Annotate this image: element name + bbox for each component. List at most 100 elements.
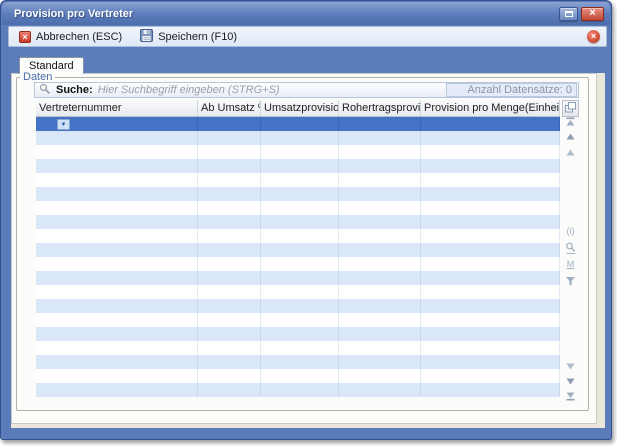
search-bar[interactable]: Suche: Hier Suchbegriff eingeben (STRG+S… (34, 82, 579, 98)
grid-cell (36, 243, 198, 257)
grid-cell (261, 355, 339, 369)
grid-cell (198, 313, 261, 327)
grid-cell (261, 243, 339, 257)
search-label: Suche: (56, 84, 93, 96)
empty-row[interactable] (36, 355, 561, 369)
nav-first-icon[interactable] (562, 117, 579, 127)
column-header-2[interactable]: Umsatzprovision (261, 100, 339, 117)
column-chooser-button[interactable] (562, 100, 579, 117)
cancel-icon: × (19, 31, 31, 43)
empty-row[interactable] (36, 257, 561, 271)
window-title: Provision pro Vertreter (14, 8, 133, 20)
grid-cell (421, 299, 560, 313)
grid-cell (339, 145, 421, 159)
empty-row[interactable] (36, 229, 561, 243)
grid-cell (36, 215, 198, 229)
search-input[interactable]: Hier Suchbegriff eingeben (STRG+S) (98, 84, 441, 96)
empty-row[interactable] (36, 383, 561, 397)
empty-row[interactable] (36, 173, 561, 187)
restore-icon (565, 11, 573, 17)
grid-cell (261, 173, 339, 187)
grid-cell (198, 159, 261, 173)
grid-cell (261, 299, 339, 313)
grid-cell (339, 117, 421, 131)
grid-cell (339, 243, 421, 257)
column-header-3[interactable]: Rohertragsprovision (339, 100, 421, 117)
selected-row[interactable]: ▼ (36, 117, 561, 131)
empty-row[interactable] (36, 285, 561, 299)
grid-cell (198, 327, 261, 341)
empty-row[interactable] (36, 299, 561, 313)
grid-cell (339, 271, 421, 285)
grid-cell (421, 243, 560, 257)
grid-cell (261, 285, 339, 299)
column-header-1[interactable]: Ab Umsatz % (198, 100, 261, 117)
grid-cell (261, 145, 339, 159)
grid-cell (339, 215, 421, 229)
column-header-4[interactable]: Provision pro Menge(Einheit) (421, 100, 560, 117)
search-icon (39, 83, 51, 98)
empty-row[interactable] (36, 313, 561, 327)
close-icon: × (589, 8, 595, 19)
cancel-button[interactable]: × Abbrechen (ESC) (15, 30, 126, 44)
grid-cell (36, 201, 198, 215)
form-background (11, 424, 605, 428)
record-count: Anzahl Datensätze: 0 (446, 83, 577, 97)
grid-cell (36, 131, 198, 145)
grid-cell (198, 271, 261, 285)
empty-row[interactable] (36, 187, 561, 201)
filter-icon[interactable] (562, 276, 579, 287)
grid-cell (421, 313, 560, 327)
grid-cell (36, 187, 198, 201)
locate-search-icon[interactable] (562, 242, 579, 255)
titlebar[interactable]: Provision pro Vertreter × (2, 2, 610, 25)
empty-row[interactable] (36, 327, 561, 341)
grid-cell (198, 201, 261, 215)
grid-cell (36, 271, 198, 285)
grid-cell (339, 257, 421, 271)
grid-cell (36, 355, 198, 369)
nav-prev-page-icon[interactable] (562, 132, 579, 141)
empty-row[interactable] (36, 341, 561, 355)
column-header-0[interactable]: Vertreternummer (36, 100, 198, 117)
nav-next-icon[interactable] (562, 362, 579, 371)
empty-row[interactable] (36, 215, 561, 229)
grid-cell (339, 299, 421, 313)
grid-cell (198, 145, 261, 159)
grid-cell (198, 131, 261, 145)
nav-last-icon[interactable] (562, 391, 579, 401)
grid-cell (198, 215, 261, 229)
grid-cell (261, 369, 339, 383)
grid-cell (36, 383, 198, 397)
empty-row[interactable] (36, 369, 561, 383)
forbid-close-icon[interactable]: × (587, 30, 600, 43)
empty-row[interactable] (36, 271, 561, 285)
empty-row[interactable] (36, 145, 561, 159)
close-button[interactable]: × (581, 7, 604, 21)
nav-prev-icon[interactable] (562, 148, 579, 157)
grid-cell (36, 173, 198, 187)
grid-cell (261, 341, 339, 355)
bookmark-icon[interactable]: M (562, 260, 579, 269)
count-icon[interactable]: (i) (562, 227, 579, 236)
grid-cell (339, 173, 421, 187)
empty-row[interactable] (36, 243, 561, 257)
grid-cell (421, 383, 560, 397)
empty-row[interactable] (36, 201, 561, 215)
grid-cell (421, 145, 560, 159)
window-controls: × (559, 7, 604, 21)
nav-next-page-icon[interactable] (562, 377, 579, 386)
restore-button[interactable] (559, 7, 578, 21)
empty-row[interactable] (36, 159, 561, 173)
grid-cell (339, 187, 421, 201)
save-button[interactable]: Speichern (F10) (136, 28, 241, 46)
grid-cell (198, 383, 261, 397)
empty-row[interactable] (36, 131, 561, 145)
row-dropdown-button[interactable]: ▼ (57, 119, 70, 130)
grid-cell (421, 355, 560, 369)
data-grid: VertreternummerAb Umsatz %Umsatzprovisio… (36, 100, 561, 397)
grid-cell (261, 117, 339, 131)
grid-cell (339, 159, 421, 173)
grid-cell (198, 355, 261, 369)
window: Provision pro Vertreter × × Abbrechen (E… (0, 0, 612, 440)
